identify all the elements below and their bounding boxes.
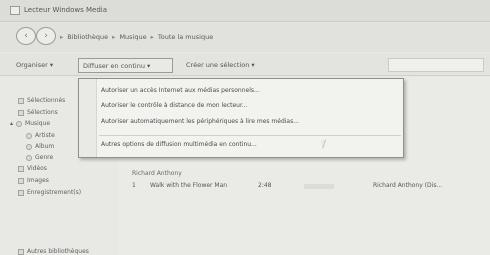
title-bar: Lecteur Windows Media — [0, 0, 490, 22]
breadcrumb-separator-icon: ▸ — [60, 33, 64, 41]
album-artist-heading: Richard Anthony — [132, 170, 182, 177]
library-icon — [18, 248, 24, 255]
app-icon — [10, 6, 20, 15]
sidebar-item-recordings[interactable]: Enregistrement(s) — [18, 189, 81, 196]
menu-item-more-streaming-options[interactable]: Autres options de diffusion multimédia e… — [101, 141, 257, 148]
breadcrumb-music[interactable]: Musique — [119, 33, 146, 41]
breadcrumb-library[interactable]: Bibliothèque — [67, 33, 108, 41]
recording-icon — [18, 189, 24, 196]
menu-item-internet-access[interactable]: Autoriser un accès Internet aux médias p… — [101, 87, 260, 94]
breadcrumb-all-music[interactable]: Toute la musique — [158, 33, 213, 41]
stream-menu-button[interactable]: Diffuser en continu ▾ — [78, 58, 173, 73]
breadcrumb: ▸ Bibliothèque ▸ Musique ▸ Toute la musi… — [60, 33, 213, 41]
table-row[interactable]: 1 Walk with the Flower Man 2:48 Richard … — [128, 182, 490, 192]
track-artist: Richard Anthony (Dis... — [373, 182, 443, 189]
rating-stars-icon — [304, 184, 334, 189]
sidebar-item-pictures[interactable]: Images — [18, 177, 49, 184]
menu-gutter — [79, 79, 97, 157]
menu-item-auto-allow-devices[interactable]: Autoriser automatiquement les périphériq… — [101, 118, 299, 125]
video-icon — [18, 165, 24, 172]
window-title: Lecteur Windows Media — [24, 6, 108, 14]
forward-button[interactable]: › — [36, 27, 56, 45]
search-input[interactable] — [388, 58, 484, 72]
breadcrumb-separator-icon: ▸ — [112, 33, 116, 41]
organize-menu-button[interactable]: Organiser ▾ — [12, 59, 57, 72]
sidebar-item-playlists[interactable]: Sélections — [18, 109, 58, 116]
sidebar-item-other-libraries[interactable]: Autres bibliothèques — [18, 248, 89, 255]
sidebar-item-videos[interactable]: Vidéos — [18, 165, 47, 172]
breadcrumb-separator-icon: ▸ — [150, 33, 154, 41]
track-rating[interactable] — [304, 182, 334, 191]
track-number: 1 — [132, 182, 136, 189]
menu-item-remote-control[interactable]: Autoriser le contrôle à distance de mon … — [101, 102, 248, 109]
toolbar: Organiser ▾ Diffuser en continu ▾ Créer … — [0, 54, 490, 76]
back-arrow-icon: ‹ — [24, 31, 28, 41]
address-bar: ‹ › ▸ Bibliothèque ▸ Musique ▸ Toute la … — [0, 22, 490, 52]
sidebar-item-artist[interactable]: Artiste — [26, 132, 55, 139]
media-player-window: Lecteur Windows Media ‹ › ▸ Bibliothèque… — [0, 0, 490, 255]
create-playlist-button[interactable]: Créer une sélection ▾ — [182, 59, 259, 72]
music-note-icon — [16, 120, 23, 127]
picture-icon — [18, 177, 24, 184]
menu-separator — [99, 135, 401, 136]
sidebar-item-genre[interactable]: Genre — [26, 154, 53, 161]
sidebar-item-music[interactable]: ▴ Musique — [10, 120, 50, 127]
list-icon — [18, 97, 24, 104]
sidebar-item-selected[interactable]: Sélectionnés — [18, 97, 65, 104]
sidebar-item-album[interactable]: Album — [26, 143, 54, 150]
stream-dropdown-menu: Autoriser un accès Internet aux médias p… — [78, 78, 404, 158]
forward-arrow-icon: › — [44, 31, 48, 41]
back-button[interactable]: ‹ — [16, 27, 36, 45]
playlist-icon — [18, 109, 24, 116]
album-icon — [26, 143, 32, 150]
track-duration: 2:48 — [258, 182, 272, 189]
genre-icon — [26, 154, 32, 161]
track-title: Walk with the Flower Man — [150, 182, 228, 189]
artist-icon — [26, 132, 32, 139]
collapse-arrow-icon: ▴ — [10, 120, 14, 127]
